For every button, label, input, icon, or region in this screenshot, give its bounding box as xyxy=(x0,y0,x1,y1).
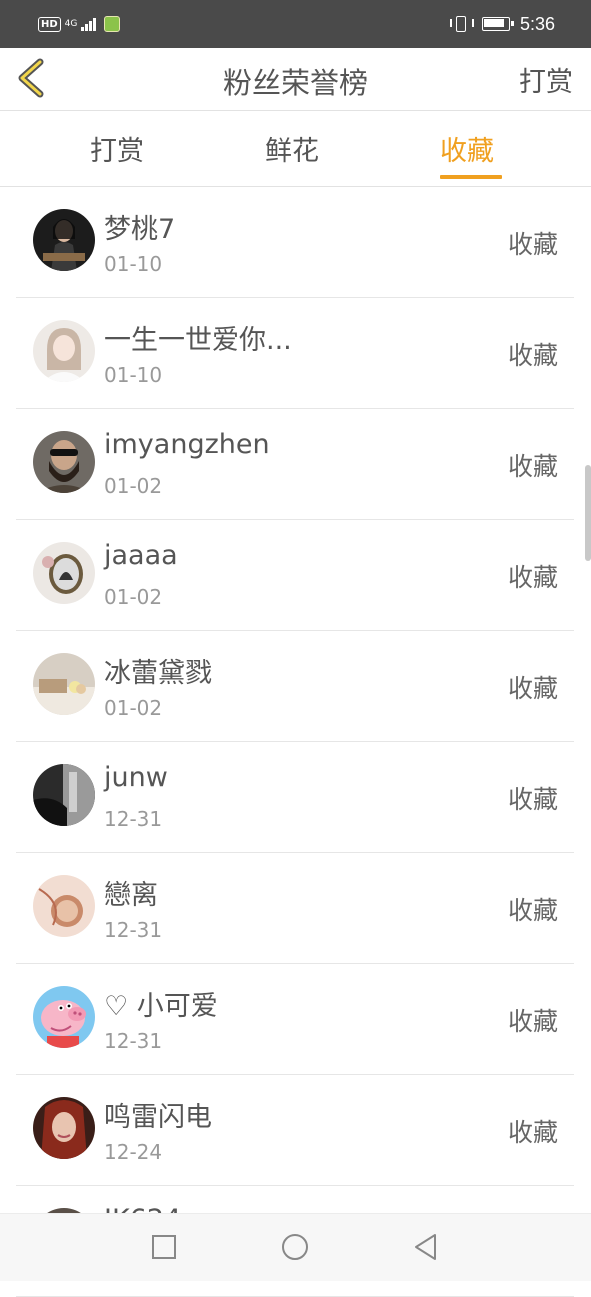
recent-apps-button[interactable] xyxy=(149,1232,179,1262)
reward-button[interactable]: 打赏 xyxy=(519,60,573,99)
item-date: 12-31 xyxy=(104,918,163,942)
app-header: 粉丝荣誉榜 打赏 xyxy=(0,48,591,111)
item-date: 01-02 xyxy=(104,474,163,498)
list-item[interactable]: 梦桃7 01-10 收藏 xyxy=(16,187,574,298)
tab-reward[interactable]: 打赏 xyxy=(90,129,144,168)
system-back-button[interactable] xyxy=(411,1232,441,1262)
item-date: 01-10 xyxy=(104,252,163,276)
home-button[interactable] xyxy=(280,1232,310,1262)
user-name: junw xyxy=(104,762,168,793)
system-nav-bar xyxy=(0,1213,591,1281)
tab-flowers[interactable]: 鲜花 xyxy=(265,129,319,168)
item-date: 01-02 xyxy=(104,696,163,720)
avatar xyxy=(33,764,95,826)
user-name: 鸣雷闪电 xyxy=(104,1102,212,1133)
list-item[interactable]: ♡ 小可爱 12-31 收藏 xyxy=(16,964,574,1075)
circle-icon xyxy=(282,1234,308,1260)
user-name: 戀离 xyxy=(104,880,158,911)
item-date: 01-02 xyxy=(104,585,163,609)
list-item[interactable]: 一生一世爱你... 01-10 收藏 xyxy=(16,298,574,409)
item-date: 12-31 xyxy=(104,1029,163,1053)
user-name: imyangzhen xyxy=(104,429,270,460)
action-label: 收藏 xyxy=(507,452,558,481)
avatar xyxy=(33,986,95,1048)
vibrate-icon xyxy=(449,15,474,33)
list-item[interactable]: imyangzhen 01-02 收藏 xyxy=(16,409,574,520)
item-date: 12-31 xyxy=(104,807,163,831)
page-title: 粉丝荣誉榜 xyxy=(222,66,368,100)
user-name: 冰蕾黛戮 xyxy=(104,658,212,689)
action-label: 收藏 xyxy=(507,674,558,703)
user-name: 一生一世爱你... xyxy=(104,325,292,356)
action-label: 收藏 xyxy=(507,230,558,259)
avatar xyxy=(33,875,95,937)
hd-badge: HD xyxy=(38,16,61,32)
user-name: ♡ 小可爱 xyxy=(104,991,218,1022)
triangle-back-icon xyxy=(415,1234,436,1260)
clock: 5:36 xyxy=(519,13,555,34)
avatar xyxy=(33,542,95,604)
action-label: 收藏 xyxy=(507,896,558,925)
avatar xyxy=(33,653,95,715)
signal-icon xyxy=(81,17,97,31)
network-indicator: 4G xyxy=(65,19,78,29)
network-type: 4G xyxy=(64,19,78,29)
tab-favorites[interactable]: 收藏 xyxy=(440,129,494,168)
list-item[interactable]: jaaaa 01-02 收藏 xyxy=(16,520,574,631)
avatar xyxy=(33,320,95,382)
status-left: HD 4G xyxy=(38,12,121,36)
avatar xyxy=(33,431,95,493)
list-item[interactable]: 冰蕾黛戮 01-02 收藏 xyxy=(16,631,574,742)
list-item[interactable]: 戀离 12-31 收藏 xyxy=(16,853,574,964)
action-label: 收藏 xyxy=(507,563,558,592)
status-right: 5:36 xyxy=(449,12,555,36)
list-item[interactable]: 鸣雷闪电 12-24 收藏 xyxy=(16,1075,574,1186)
square-icon xyxy=(152,1235,176,1259)
active-tab-indicator xyxy=(440,175,502,179)
action-label: 收藏 xyxy=(507,341,558,370)
user-name: jaaaa xyxy=(104,540,178,571)
fan-list: 梦桃7 01-10 收藏 一生一世爱你... 01-10 收藏 imyangzh… xyxy=(16,187,574,1297)
item-date: 12-24 xyxy=(104,1140,163,1164)
user-name: 梦桃7 xyxy=(104,214,176,245)
tab-bar: 打赏 鲜花 收藏 xyxy=(0,111,591,187)
action-label: 收藏 xyxy=(507,1007,558,1036)
action-label: 收藏 xyxy=(507,785,558,814)
scrollbar[interactable] xyxy=(585,465,591,561)
avatar xyxy=(33,1097,95,1159)
action-label: 收藏 xyxy=(507,1118,558,1147)
notification-app-icon xyxy=(104,16,121,32)
list-item[interactable]: junw 12-31 收藏 xyxy=(16,742,574,853)
battery-icon xyxy=(481,17,514,31)
item-date: 01-10 xyxy=(104,363,163,387)
avatar xyxy=(33,209,95,271)
status-bar: HD 4G 5:36 xyxy=(0,0,591,48)
